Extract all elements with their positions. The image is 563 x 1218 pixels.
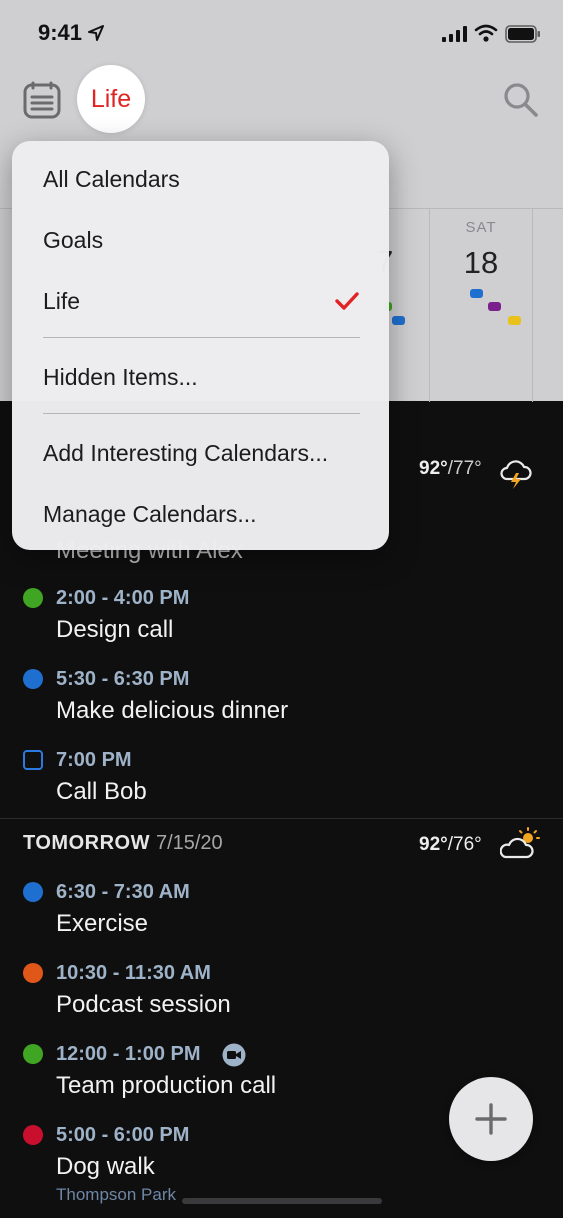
partly-cloudy-icon [500,827,540,859]
search-icon[interactable] [502,81,540,119]
event-location: Thompson Park [56,1185,176,1204]
menu-item-manage-calendars[interactable]: Manage Calendars... [43,501,257,528]
event-mark [392,316,405,325]
calendar-set-menu: All Calendars Goals Life Hidden Items...… [12,141,389,550]
event-title: Make delicious dinner [56,697,289,724]
event-mark [508,316,521,325]
event-title: Call Bob [56,778,147,805]
menu-item-goals[interactable]: Goals [43,227,103,254]
checkmark-icon [335,292,359,310]
event-mark [470,289,483,298]
calendar-list-icon[interactable] [22,80,62,120]
calendar-color-dot [23,1044,43,1064]
plus-icon [475,1103,507,1135]
thunderstorm-icon [500,460,532,489]
wifi-icon [474,24,498,42]
add-event-button[interactable] [449,1077,533,1161]
today-low-temp: /77° [447,458,482,479]
event-time: 5:30 - 6:30 PM [56,668,190,690]
event-time: 2:00 - 4:00 PM [56,587,190,609]
event-time: 12:00 - 1:00 PM [56,1043,201,1065]
menu-item-add-interesting-calendars[interactable]: Add Interesting Calendars... [43,440,328,467]
calendar-color-dot [23,588,43,608]
calendar-set-label: Life [90,84,132,113]
calendar-color-dot [23,669,43,689]
tomorrow-weather: 92°/76° [419,834,482,856]
video-call-icon[interactable] [222,1043,246,1067]
menu-divider [43,413,360,414]
section-label: TOMORROW [23,832,150,854]
section-header-tomorrow: TOMORROW 7/15/20 [23,832,223,855]
task-checkbox[interactable] [23,750,43,770]
tomorrow-low-temp: /76° [447,834,482,855]
section-divider [0,818,563,819]
event-time: 10:30 - 11:30 AM [56,962,211,984]
calendar-color-dot [23,1125,43,1145]
cellular-signal-icon [442,26,467,42]
event-title: Dog walk [56,1153,155,1180]
event-title: Exercise [56,910,149,937]
menu-divider [43,337,360,338]
menu-item-hidden-items[interactable]: Hidden Items... [43,364,198,391]
event-time: 5:00 - 6:00 PM [56,1124,190,1146]
event-mark [488,302,501,311]
event-title: Team production call [56,1072,277,1099]
calendar-set-chip[interactable]: Life [77,65,145,133]
calendar-color-dot [23,963,43,983]
day-column-sat[interactable]: SAT 18 [429,209,532,402]
home-indicator[interactable] [182,1198,382,1204]
event-time: 6:30 - 7:30 AM [56,881,190,903]
day-name: SAT [465,219,497,236]
today-weather: 92°/77° [419,458,482,480]
today-high-temp: 92° [419,458,448,479]
event-title: Design call [56,616,174,643]
event-time: 7:00 PM [56,749,132,771]
menu-item-all-calendars[interactable]: All Calendars [43,166,180,193]
menu-item-life[interactable]: Life [43,288,80,315]
event-title: Podcast session [56,991,231,1018]
location-arrow-icon [88,25,104,41]
tomorrow-high-temp: 92° [419,834,448,855]
day-column-next[interactable] [532,209,563,402]
section-date: 7/15/20 [155,832,223,854]
calendar-color-dot [23,882,43,902]
status-time: 9:41 [38,20,83,45]
status-bar: 9:41 [0,0,563,64]
day-number: 18 [463,245,499,280]
battery-icon [505,25,540,43]
